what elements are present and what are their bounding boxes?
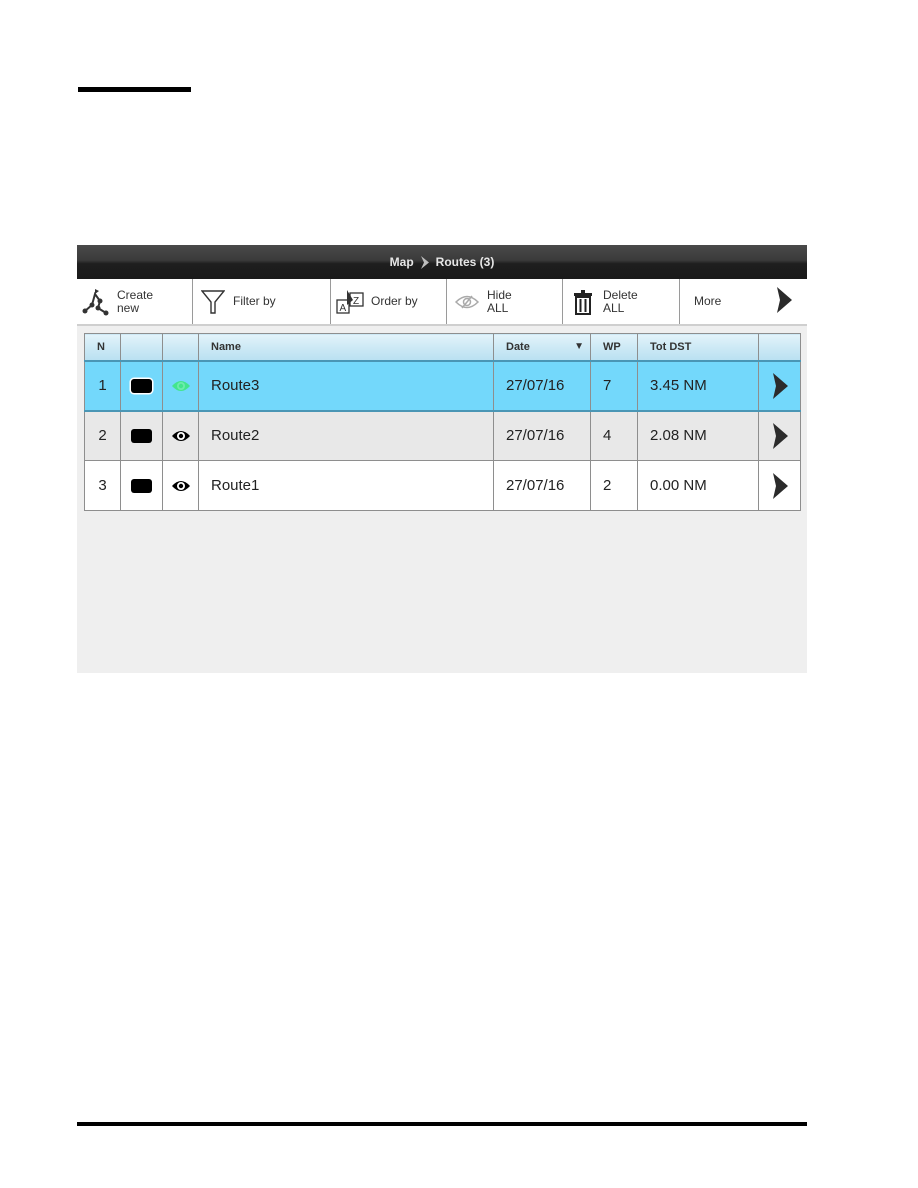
col-header-visible[interactable] — [162, 333, 199, 361]
route-color-cell[interactable] — [120, 410, 163, 461]
eye-icon — [171, 377, 191, 394]
visibility-toggle[interactable] — [162, 410, 199, 461]
date-label: Date — [506, 340, 530, 353]
trash-icon — [563, 289, 603, 315]
sort-desc-icon: ▼ — [574, 340, 584, 352]
route-name: Route2 — [198, 410, 494, 461]
eye-icon — [171, 427, 191, 444]
more-button[interactable]: More — [680, 279, 807, 324]
route-name: Route3 — [198, 359, 494, 412]
col-header-wp[interactable]: WP — [590, 333, 638, 361]
eye-icon — [171, 477, 191, 494]
route-name: Route1 — [198, 460, 494, 511]
routes-panel: Map Routes (3) Create new Filter by A Z … — [77, 245, 807, 673]
filter-label: Filter by — [233, 294, 276, 308]
color-swatch[interactable] — [131, 429, 152, 444]
open-route-button[interactable] — [758, 460, 801, 511]
chevron-right-icon — [771, 372, 789, 399]
breadcrumb-chevron-icon — [420, 255, 430, 269]
color-swatch[interactable] — [131, 379, 152, 394]
filter-by-button[interactable]: Filter by — [193, 279, 331, 324]
chevron-right-icon — [771, 472, 789, 499]
delete-label-2: ALL — [603, 300, 625, 315]
create-label-2: new — [117, 300, 140, 315]
table-row[interactable]: 2 Route2 27/07/16 4 2.08 NM — [84, 410, 801, 461]
route-color-cell[interactable] — [120, 359, 163, 412]
chevron-right-icon — [775, 287, 793, 316]
visibility-toggle[interactable] — [162, 359, 199, 412]
breadcrumb-map[interactable]: Map — [390, 255, 414, 269]
hide-label-1: Hide — [487, 287, 512, 302]
col-header-n[interactable]: N — [84, 333, 121, 361]
routes-table: N Name Date ▼ WP Tot DST 1 Route3 27/07/16 7… — [84, 333, 801, 511]
sort-az-icon: A Z — [331, 288, 371, 316]
color-swatch[interactable] — [131, 479, 152, 494]
route-distance: 3.45 NM — [637, 359, 759, 412]
route-date: 27/07/16 — [493, 410, 591, 461]
open-route-button[interactable] — [758, 359, 801, 412]
route-color-cell[interactable] — [120, 460, 163, 511]
open-route-button[interactable] — [758, 410, 801, 461]
delete-label-1: Delete — [603, 287, 638, 302]
col-header-dist[interactable]: Tot DST — [637, 333, 759, 361]
chevron-right-icon — [771, 422, 789, 449]
create-new-button[interactable]: Create new — [77, 279, 193, 324]
row-number: 1 — [84, 359, 121, 412]
col-header-date[interactable]: Date ▼ — [493, 333, 591, 361]
delete-all-button[interactable]: Delete ALL — [563, 279, 680, 324]
route-distance: 0.00 NM — [637, 460, 759, 511]
table-header: N Name Date ▼ WP Tot DST — [84, 333, 801, 361]
order-label: Order by — [371, 294, 418, 308]
page-top-rule — [78, 87, 191, 92]
visibility-toggle[interactable] — [162, 460, 199, 511]
col-header-color[interactable] — [120, 333, 163, 361]
route-date: 27/07/16 — [493, 460, 591, 511]
row-number: 2 — [84, 410, 121, 461]
breadcrumb-routes: Routes (3) — [435, 255, 495, 269]
col-header-name[interactable]: Name — [198, 333, 494, 361]
table-row[interactable]: 3 Route1 27/07/16 2 0.00 NM — [84, 460, 801, 511]
route-create-icon — [77, 287, 117, 317]
col-header-go — [758, 333, 801, 361]
svg-text:Z: Z — [353, 296, 359, 307]
funnel-icon — [193, 289, 233, 315]
more-label: More — [694, 294, 722, 308]
toolbar: Create new Filter by A Z Order by Hide A… — [77, 279, 807, 326]
route-waypoints: 4 — [590, 410, 638, 461]
hide-label-2: ALL — [487, 300, 509, 315]
svg-text:A: A — [340, 303, 347, 314]
row-number: 3 — [84, 460, 121, 511]
breadcrumb: Map Routes (3) — [77, 245, 807, 279]
page-bottom-rule — [77, 1122, 807, 1126]
order-by-button[interactable]: A Z Order by — [331, 279, 447, 324]
table-row[interactable]: 1 Route3 27/07/16 7 3.45 NM — [84, 359, 801, 412]
hide-all-button[interactable]: Hide ALL — [447, 279, 563, 324]
route-waypoints: 7 — [590, 359, 638, 412]
create-label-1: Create — [117, 287, 154, 302]
eye-hide-icon — [447, 294, 487, 310]
route-distance: 2.08 NM — [637, 410, 759, 461]
route-date: 27/07/16 — [493, 359, 591, 412]
route-waypoints: 2 — [590, 460, 638, 511]
